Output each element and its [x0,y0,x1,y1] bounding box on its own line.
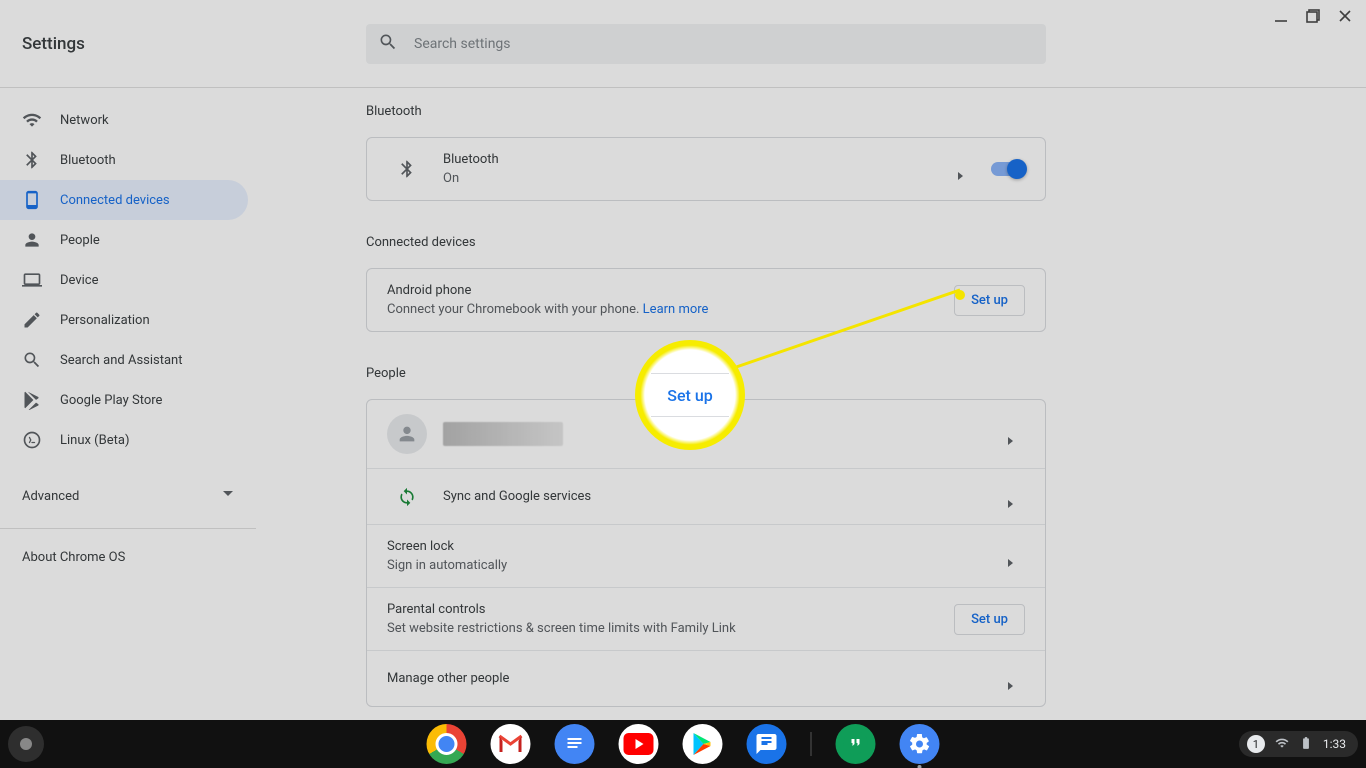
android-phone-row: Android phone Connect your Chromebook wi… [367,269,1045,331]
sidebar-item-bluetooth[interactable]: Bluetooth [0,140,256,180]
sidebar-item-play-store[interactable]: Google Play Store [0,380,256,420]
wifi-icon [22,110,42,130]
connected-card: Android phone Connect your Chromebook wi… [366,268,1046,332]
play-store-icon [22,390,42,410]
bluetooth-row-status: On [443,171,947,186]
status-tray[interactable]: 1 1:33 [1239,731,1358,757]
search-icon [378,32,414,56]
chevron-right-icon [1007,493,1015,501]
screenlock-row[interactable]: Screen lock Sign in automatically [367,524,1045,587]
sidebar-item-connected-devices[interactable]: Connected devices [0,180,248,220]
app-play-store[interactable] [683,724,723,764]
laptop-icon [22,270,42,290]
sidebar-about-label: About Chrome OS [22,550,125,565]
wifi-status-icon [1275,736,1289,753]
main-content: Bluetooth Bluetooth On Connected devices [256,88,1366,720]
app-docs[interactable] [555,724,595,764]
app-hangouts[interactable] [836,724,876,764]
phone-icon [22,190,42,210]
section-title-people: People [366,366,1046,381]
sidebar-item-label: People [60,233,100,248]
manage-people-row[interactable]: Manage other people [367,650,1045,706]
maximize-icon[interactable] [1306,9,1320,23]
person-icon [22,230,42,250]
sidebar-item-label: Device [60,273,99,288]
chevron-right-icon [1007,430,1015,438]
android-setup-button[interactable]: Set up [954,285,1025,316]
screenlock-sub: Sign in automatically [387,558,997,573]
chevron-down-icon [222,488,234,504]
parental-row: Parental controls Set website restrictio… [367,587,1045,650]
app-gmail[interactable] [491,724,531,764]
sidebar-advanced-label: Advanced [22,489,79,504]
account-name-blurred [443,422,563,446]
learn-more-link[interactable]: Learn more [643,302,709,317]
sidebar-item-label: Search and Assistant [60,353,183,368]
sidebar-advanced[interactable]: Advanced [0,476,256,516]
sidebar-item-label: Bluetooth [60,153,116,168]
bluetooth-icon [387,159,427,179]
avatar [387,414,427,454]
sidebar-item-personalization[interactable]: Personalization [0,300,256,340]
launcher-button[interactable] [8,726,44,762]
sidebar-item-label: Network [60,113,109,128]
app-chrome[interactable] [427,724,467,764]
parental-sub: Set website restrictions & screen time l… [387,621,938,636]
sync-icon [387,487,427,507]
search-box[interactable] [366,24,1046,64]
sidebar-item-label: Connected devices [60,193,170,208]
sidebar: Network Bluetooth Connected devices Peop… [0,88,256,720]
sync-title: Sync and Google services [443,489,997,504]
divider [0,528,256,529]
screenlock-title: Screen lock [387,539,997,554]
bluetooth-card: Bluetooth On [366,137,1046,201]
launcher-icon [20,738,32,750]
manage-people-title: Manage other people [387,671,997,686]
search-input[interactable] [414,36,1034,52]
parental-setup-button[interactable]: Set up [954,604,1025,635]
shelf-divider [811,732,812,756]
sidebar-item-search-assistant[interactable]: Search and Assistant [0,340,256,380]
bluetooth-icon [22,150,42,170]
bluetooth-row-title: Bluetooth [443,152,947,167]
clock: 1:33 [1323,737,1346,751]
shelf: 1 1:33 [0,720,1366,768]
sidebar-item-people[interactable]: People [0,220,256,260]
parental-title: Parental controls [387,602,938,617]
bluetooth-row[interactable]: Bluetooth On [367,138,1045,200]
app-settings[interactable] [900,724,940,764]
shelf-apps [427,724,940,764]
sidebar-item-label: Personalization [60,313,150,328]
page-title: Settings [22,34,366,54]
notification-count: 1 [1247,735,1265,753]
sidebar-item-label: Linux (Beta) [60,433,129,448]
sidebar-item-network[interactable]: Network [0,100,256,140]
account-row[interactable] [367,400,1045,468]
minimize-icon[interactable] [1274,9,1288,23]
chevron-right-icon [1007,675,1015,683]
search-icon [22,350,42,370]
header: Settings [0,0,1366,88]
android-phone-title: Android phone [387,283,938,298]
bluetooth-toggle[interactable] [991,162,1025,176]
section-title-bluetooth: Bluetooth [366,104,1046,119]
chevron-right-icon [1007,552,1015,560]
linux-icon [22,430,42,450]
people-card: Sync and Google services Screen lock Sig… [366,399,1046,707]
android-phone-desc: Connect your Chromebook with your phone.… [387,302,938,317]
app-messages[interactable] [747,724,787,764]
section-title-connected: Connected devices [366,235,1046,250]
battery-status-icon [1299,736,1313,753]
sidebar-item-label: Google Play Store [60,393,162,408]
sync-row[interactable]: Sync and Google services [367,468,1045,524]
sidebar-item-linux[interactable]: Linux (Beta) [0,420,256,460]
close-icon[interactable] [1338,9,1352,23]
window-controls [1260,0,1366,32]
chevron-right-icon [957,165,965,173]
app-youtube[interactable] [619,724,659,764]
android-phone-desc-text: Connect your Chromebook with your phone. [387,302,639,317]
pencil-icon [22,310,42,330]
sidebar-item-device[interactable]: Device [0,260,256,300]
sidebar-about[interactable]: About Chrome OS [0,537,256,577]
